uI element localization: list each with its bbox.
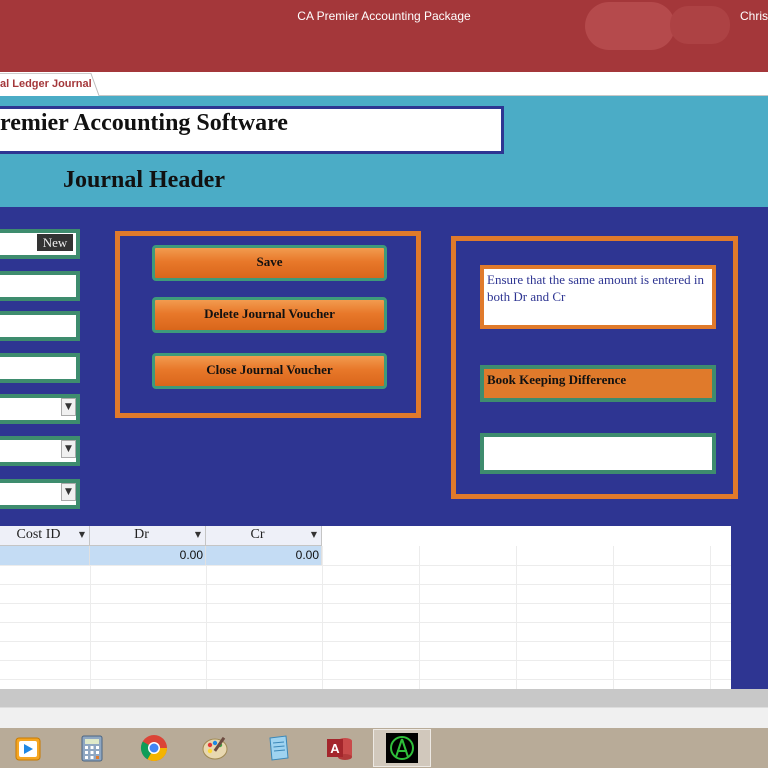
user-name[interactable]: Christ	[740, 9, 768, 23]
cell-dr[interactable]: 0.00	[90, 546, 206, 565]
tab-strip	[0, 72, 768, 96]
chevron-down-icon[interactable]: ▼	[61, 440, 76, 458]
combo-field-3[interactable]: ▼	[0, 479, 80, 509]
chevron-down-icon[interactable]: ▼	[61, 483, 76, 501]
app-title: remier Accounting Software	[0, 110, 288, 136]
column-header-dr[interactable]: Dr ▼	[90, 526, 206, 546]
window-title: CA Premier Accounting Package	[297, 9, 471, 23]
chevron-down-icon[interactable]: ▼	[61, 398, 76, 416]
book-keeping-difference-value	[480, 433, 716, 474]
balance-note: Ensure that the same amount is entered i…	[480, 265, 716, 329]
cell-cr[interactable]: 0.00	[206, 546, 322, 565]
delete-journal-voucher-button[interactable]: Delete Journal Voucher	[152, 297, 387, 333]
close-journal-voucher-button[interactable]: Close Journal Voucher	[152, 353, 387, 389]
column-header-cr[interactable]: Cr ▼	[206, 526, 322, 546]
chevron-down-icon[interactable]: ▼	[79, 530, 85, 539]
save-button[interactable]: Save	[152, 245, 387, 281]
combo-field-2[interactable]: ▼	[0, 436, 80, 466]
notepad-icon[interactable]	[262, 732, 294, 764]
chevron-down-icon[interactable]: ▼	[311, 530, 317, 539]
chrome-icon[interactable]	[138, 732, 170, 764]
status-bar	[0, 707, 768, 728]
chevron-down-icon[interactable]: ▼	[195, 530, 201, 539]
tab-label[interactable]: al Ledger Journal	[0, 78, 92, 90]
reference-field[interactable]	[0, 311, 80, 341]
book-keeping-difference-label: Book Keeping Difference	[480, 365, 716, 402]
app-icon[interactable]	[386, 733, 418, 763]
date-input[interactable]	[0, 275, 76, 297]
horizontal-scrollbar[interactable]	[0, 689, 768, 707]
column-header-label: Cr	[250, 527, 265, 542]
access-icon[interactable]: A	[324, 732, 356, 764]
calculator-icon[interactable]	[76, 732, 108, 764]
svg-text:A: A	[330, 741, 340, 756]
column-header-label: Cost ID	[16, 527, 61, 542]
paint-icon[interactable]	[200, 732, 232, 764]
narration-field[interactable]	[0, 353, 80, 383]
combo-field-1[interactable]: ▼	[0, 394, 80, 424]
cell-cost-id[interactable]	[0, 546, 90, 565]
journal-grid[interactable]: Cost ID ▼ Dr ▼ Cr ▼ 0.00 0.00	[0, 526, 731, 689]
new-label[interactable]: New	[37, 234, 73, 251]
column-header-cost-id[interactable]: Cost ID ▼	[0, 526, 90, 546]
narration-input[interactable]	[0, 357, 76, 379]
date-field[interactable]	[0, 271, 80, 301]
reference-input[interactable]	[0, 315, 76, 337]
section-title: Journal Header	[63, 167, 225, 193]
column-header-label: Dr	[134, 527, 149, 542]
media-player-icon[interactable]	[12, 732, 44, 764]
